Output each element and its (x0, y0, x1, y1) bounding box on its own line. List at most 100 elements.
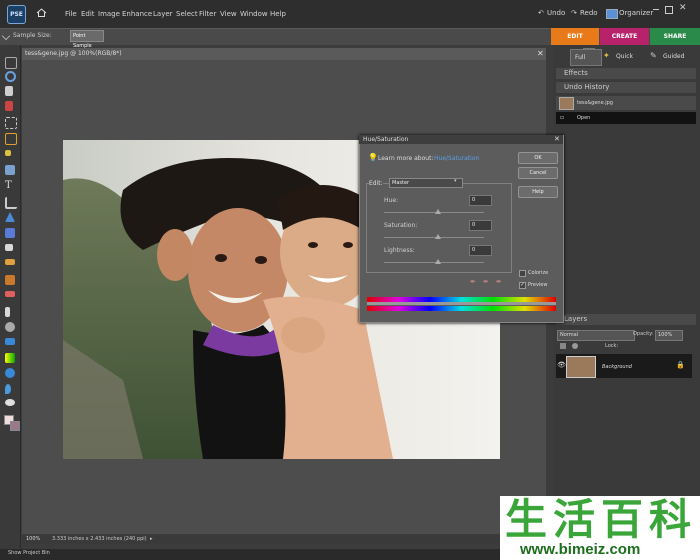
subtract-eyedropper-icon[interactable]: ✒ (496, 278, 502, 286)
chevron-down-icon[interactable]: ▾ (454, 178, 457, 184)
minimize-icon[interactable] (653, 9, 659, 10)
tab-create[interactable]: CREATE (600, 28, 649, 45)
undo-icon[interactable]: ↶ (538, 9, 544, 17)
document-close-icon[interactable]: ✕ (537, 49, 544, 58)
lightness-slider-track[interactable] (384, 262, 484, 263)
marquee-tool-icon[interactable] (5, 117, 17, 129)
tab-share[interactable]: SHARE (650, 28, 700, 45)
menu-file[interactable]: File (65, 10, 77, 18)
saturation-slider-track[interactable] (384, 237, 484, 238)
lightness-value[interactable]: 0 (469, 245, 492, 256)
paint-bucket-icon[interactable] (5, 338, 15, 345)
maximize-icon[interactable] (665, 6, 673, 14)
healing-brush-icon[interactable] (5, 259, 15, 265)
undo-history-title: Undo History (564, 83, 610, 91)
eyedropper-icon[interactable]: ✒ (470, 278, 476, 286)
redo-button[interactable]: Redo (580, 9, 598, 17)
opacity-field[interactable]: 100% (655, 330, 683, 341)
red-eye-icon[interactable] (5, 244, 13, 251)
cancel-button[interactable]: Cancel (518, 167, 558, 179)
open-icon: ▫ (560, 114, 565, 121)
subtab-quick[interactable]: Quick (616, 49, 633, 64)
lightness-label: Lightness: (384, 247, 415, 254)
eraser-tool-icon[interactable] (5, 291, 15, 297)
adjustment-layer-icon[interactable] (572, 343, 578, 349)
layers-panel-header[interactable]: Layers (556, 314, 696, 325)
clone-stamp-icon[interactable] (5, 275, 15, 285)
subtab-full[interactable]: Full (570, 49, 602, 66)
project-bin-toggle[interactable]: Show Project Bin (8, 550, 50, 556)
menu-view[interactable]: View (220, 10, 237, 18)
organizer-button[interactable]: Organizer (619, 9, 653, 17)
watermark-char-4: 科 (649, 495, 692, 544)
menu-help[interactable]: Help (270, 10, 286, 18)
redo-icon[interactable]: ↷ (571, 9, 577, 17)
menu-enhance[interactable]: Enhance (122, 10, 152, 18)
lasso-tool-icon[interactable] (5, 133, 17, 145)
tab-edit[interactable]: EDIT (551, 28, 599, 45)
preview-checkbox[interactable]: ✓ (519, 282, 526, 289)
move-tool-icon[interactable] (5, 57, 17, 69)
menu-image[interactable]: Image (98, 10, 120, 18)
menu-window[interactable]: Window (240, 10, 268, 18)
hand-tool-icon[interactable] (5, 86, 13, 96)
color-range-slider[interactable] (367, 302, 556, 305)
lightbulb-icon: 💡 (368, 153, 378, 162)
zoom-tool-icon[interactable] (5, 71, 16, 82)
lightness-slider-thumb[interactable] (435, 259, 441, 264)
dialog-close-icon[interactable]: ✕ (554, 135, 560, 143)
straighten-tool-icon[interactable] (5, 228, 15, 238)
edit-channel-select[interactable]: Master (389, 178, 463, 188)
watermark-char-3: 百 (601, 495, 644, 544)
new-layer-icon[interactable] (560, 343, 566, 349)
undo-button[interactable]: Undo (547, 9, 565, 17)
layer-thumbnail (566, 356, 596, 378)
sponge-tool-icon[interactable] (5, 399, 15, 406)
history-thumbnail (559, 97, 574, 110)
add-eyedropper-icon[interactable]: ✒ (483, 278, 489, 286)
home-icon[interactable] (36, 8, 47, 17)
type-tool-icon[interactable]: T (5, 180, 12, 191)
blend-mode-select[interactable]: Normal (557, 330, 635, 341)
hue-slider-track[interactable] (384, 212, 484, 213)
quick-selection-icon[interactable] (5, 165, 15, 175)
status-arrow-icon[interactable]: ▸ (150, 536, 153, 542)
colorize-checkbox[interactable] (519, 270, 526, 277)
dialog-title: Hue/Saturation (363, 136, 409, 143)
effects-title: Effects (564, 69, 588, 77)
ok-button[interactable]: OK (518, 152, 558, 164)
learn-more-link[interactable]: Hue/Saturation (434, 155, 479, 162)
hue-slider-thumb[interactable] (435, 209, 441, 214)
subtab-guided[interactable]: Guided (663, 49, 684, 64)
guided-icon: ✎ (650, 51, 657, 60)
eyedropper-tool-icon[interactable] (5, 101, 13, 111)
menu-edit[interactable]: Edit (81, 10, 95, 18)
menu-filter[interactable]: Filter (199, 10, 216, 18)
sample-size-label: Sample Size: (13, 32, 52, 39)
undo-history-header[interactable]: Undo History (556, 82, 696, 93)
background-color-swatch[interactable] (10, 421, 20, 431)
effects-panel-header[interactable]: Effects (556, 68, 696, 79)
saturation-value[interactable]: 0 (469, 220, 492, 231)
hue-value[interactable]: 0 (469, 195, 492, 206)
menu-select[interactable]: Select (176, 10, 198, 18)
menu-layer[interactable]: Layer (153, 10, 173, 18)
history-item-file-label: tess&gene.jpg (577, 100, 613, 106)
sample-size-select[interactable]: Point Sample (70, 30, 104, 49)
quick-icon: ✦ (603, 51, 610, 60)
smart-brush-icon[interactable] (5, 322, 15, 332)
shape-tool-icon[interactable] (5, 368, 15, 378)
gradient-tool-icon[interactable] (5, 353, 15, 363)
document-dimensions: 3.333 inches x 2.433 inches (240 ppi) (52, 536, 147, 542)
close-icon[interactable]: ✕ (679, 3, 687, 13)
saturation-slider-thumb[interactable] (435, 234, 441, 239)
crop-tool-icon[interactable] (5, 197, 17, 209)
magic-wand-icon[interactable] (5, 150, 11, 156)
brush-tool-icon[interactable] (5, 307, 10, 317)
organizer-icon[interactable] (606, 9, 618, 19)
hue-label: Hue: (384, 197, 399, 204)
eye-icon[interactable]: 👁 (557, 361, 566, 369)
help-button[interactable]: Help (518, 186, 558, 198)
blur-tool-icon[interactable] (5, 384, 11, 394)
layers-title: Layers (564, 315, 588, 323)
